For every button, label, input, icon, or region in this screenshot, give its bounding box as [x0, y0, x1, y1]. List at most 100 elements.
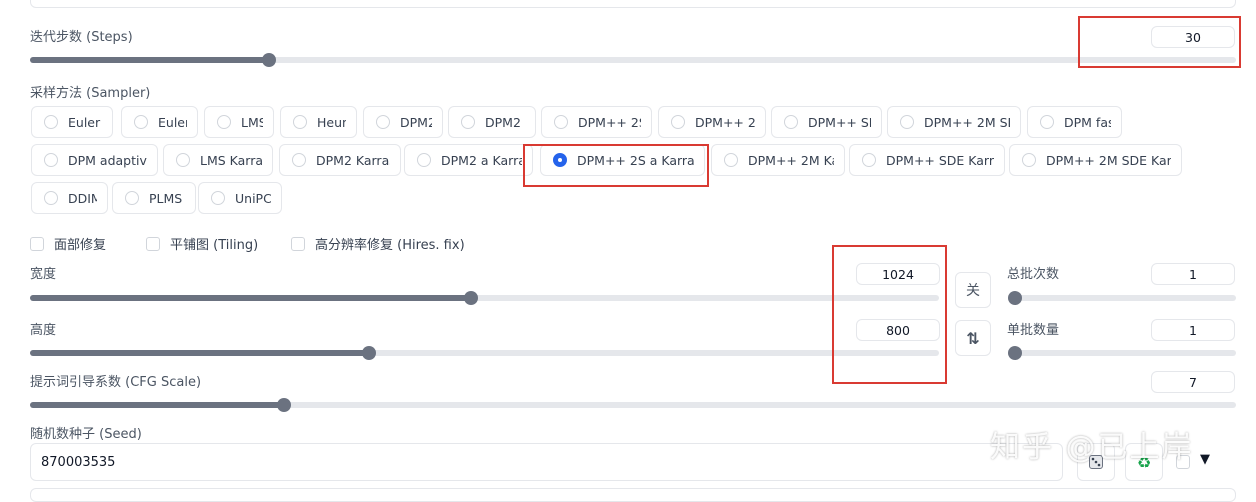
swap-dimensions-icon[interactable]: ⇅	[955, 320, 991, 356]
radio-button[interactable]	[862, 153, 876, 167]
sampler-option-label: LMS	[241, 114, 263, 130]
batch-size-slider[interactable]	[1008, 346, 1236, 360]
radio-button[interactable]	[217, 115, 231, 129]
batch-size-slider-thumb[interactable]	[1008, 346, 1022, 360]
radio-button[interactable]	[900, 115, 914, 129]
sampler-option-label: DPM++ 2M SDE Karras	[1046, 152, 1171, 168]
cfg-scale-label: 提示词引导系数 (CFG Scale)	[30, 375, 202, 390]
sampler-option-plms[interactable]: PLMS	[112, 182, 196, 214]
batch-count-slider-thumb[interactable]	[1008, 291, 1022, 305]
steps-slider-fill	[30, 57, 269, 63]
sampler-option-label: DPM++ SDE	[808, 114, 871, 130]
size-highlight-box	[832, 245, 947, 384]
radio-button[interactable]	[724, 153, 738, 167]
sampler-option-lms-karras[interactable]: LMS Karras	[163, 144, 273, 176]
tiling-checkbox-row[interactable]: 平铺图 (Tiling)	[146, 234, 258, 253]
sampler-option-label: Euler a	[68, 114, 102, 130]
sampler-option-label: DPM2 Karras	[316, 152, 390, 168]
radio-button[interactable]	[292, 153, 306, 167]
triangle-down-icon[interactable]: ▼	[1200, 452, 1210, 467]
batch-count-input[interactable]: 1	[1151, 263, 1235, 285]
radio-button[interactable]	[376, 115, 390, 129]
sampler-option-label: DPM++ 2M	[695, 114, 755, 130]
height-slider-thumb[interactable]	[362, 346, 376, 360]
sampler-option-lms[interactable]: LMS	[204, 106, 274, 138]
sampler-option-dpm2-a-karras[interactable]: DPM2 a Karras	[404, 144, 533, 176]
radio-button[interactable]	[784, 115, 798, 129]
radio-button[interactable]	[134, 115, 148, 129]
sampler-option-label: LMS Karras	[200, 152, 262, 168]
batch-size-label: 单批数量	[1007, 323, 1060, 338]
hires-fix-label: 高分辨率修复 (Hires. fix)	[315, 238, 465, 253]
sampler-option-ddim[interactable]: DDIM	[31, 182, 108, 214]
height-slider-fill	[30, 350, 369, 356]
cfg-scale-slider-thumb[interactable]	[277, 398, 291, 412]
sampler-option-dpm-adaptive[interactable]: DPM adaptive	[31, 144, 158, 176]
radio-button[interactable]	[461, 115, 475, 129]
sampler-option-label: DPM++ 2S a	[578, 114, 641, 130]
face-restore-checkbox-row[interactable]: 面部修复	[30, 234, 106, 253]
sampler-option-dpmpp-2m-sde-karras[interactable]: DPM++ 2M SDE Karras	[1009, 144, 1182, 176]
sampler-option-label: DPM++ 2M SDE	[924, 114, 1010, 130]
seed-input[interactable]: 870003535	[30, 443, 1063, 481]
face-restore-label: 面部修复	[54, 238, 107, 253]
radio-button[interactable]	[44, 191, 58, 205]
face-restore-checkbox[interactable]	[30, 236, 44, 251]
sampler-option-dpmpp-2s-a[interactable]: DPM++ 2S a	[541, 106, 652, 138]
radio-button[interactable]	[671, 115, 685, 129]
width-slider[interactable]	[30, 291, 939, 305]
radio-button[interactable]	[44, 153, 58, 167]
cfg-scale-input[interactable]: 7	[1151, 371, 1235, 393]
seed-value: 870003535	[41, 454, 116, 470]
batch-count-slider[interactable]	[1008, 291, 1236, 305]
radio-button[interactable]	[176, 153, 190, 167]
height-slider[interactable]	[30, 346, 939, 360]
steps-slider-thumb[interactable]	[262, 53, 276, 67]
sampler-option-dpmpp-sde[interactable]: DPM++ SDE	[771, 106, 882, 138]
radio-button[interactable]	[1022, 153, 1036, 167]
sampler-option-label: DPM fast	[1064, 114, 1111, 130]
radio-button[interactable]	[293, 115, 307, 129]
radio-button[interactable]	[211, 191, 225, 205]
close-button[interactable]: 关	[955, 272, 991, 308]
steps-label: 迭代步数 (Steps)	[30, 30, 133, 45]
sampler-option-dpmpp-sde-karras[interactable]: DPM++ SDE Karras	[849, 144, 1005, 176]
sampler-option-unipc[interactable]: UniPC	[198, 182, 282, 214]
sampler-option-dpm2-karras[interactable]: DPM2 Karras	[279, 144, 401, 176]
sampler-option-dpm2[interactable]: DPM2	[363, 106, 443, 138]
cfg-scale-slider[interactable]	[30, 398, 1236, 412]
radio-button[interactable]	[125, 191, 139, 205]
top-card-edge	[30, 0, 1236, 8]
sampler-option-label: DPM++ 2M Karras	[748, 152, 834, 168]
width-label: 宽度	[30, 267, 57, 282]
radio-button[interactable]	[554, 115, 568, 129]
sampler-option-label: DPM2 a Karras	[441, 152, 522, 168]
sampler-option-dpmpp-2m[interactable]: DPM++ 2M	[658, 106, 766, 138]
sampler-option-label: DPM2 a	[485, 114, 525, 130]
steps-slider[interactable]	[30, 53, 1236, 67]
sampler-option-label: Heun	[317, 114, 346, 130]
sampler-option-dpmpp-2m-karras[interactable]: DPM++ 2M Karras	[711, 144, 845, 176]
tiling-checkbox[interactable]	[146, 236, 160, 251]
steps-highlight-box	[1078, 16, 1241, 68]
sampler-option-label: UniPC	[235, 190, 271, 206]
radio-button[interactable]	[1040, 115, 1054, 129]
sampler-option-dpm-fast[interactable]: DPM fast	[1027, 106, 1122, 138]
batch-count-label: 总批次数	[1007, 267, 1060, 282]
hires-fix-checkbox[interactable]	[291, 236, 305, 251]
radio-button[interactable]	[417, 153, 431, 167]
sampler-option-dpmpp-2m-sde[interactable]: DPM++ 2M SDE	[887, 106, 1021, 138]
sampler-option-label: DPM++ SDE Karras	[886, 152, 994, 168]
sampler-option-heun[interactable]: Heun	[280, 106, 357, 138]
cfg-scale-slider-fill	[30, 402, 284, 408]
sampler-highlight-box	[523, 144, 709, 187]
sampler-option-euler[interactable]: Euler	[121, 106, 198, 138]
watermark: 知乎 @已上岸	[990, 430, 1194, 465]
sampler-option-euler-a[interactable]: Euler a	[31, 106, 113, 138]
hires-fix-checkbox-row[interactable]: 高分辨率修复 (Hires. fix)	[291, 234, 465, 253]
radio-button[interactable]	[44, 115, 58, 129]
sampler-option-dpm2-a[interactable]: DPM2 a	[448, 106, 536, 138]
width-slider-thumb[interactable]	[464, 291, 478, 305]
sampler-option-label: DPM2	[400, 114, 432, 130]
batch-size-input[interactable]: 1	[1151, 319, 1235, 341]
